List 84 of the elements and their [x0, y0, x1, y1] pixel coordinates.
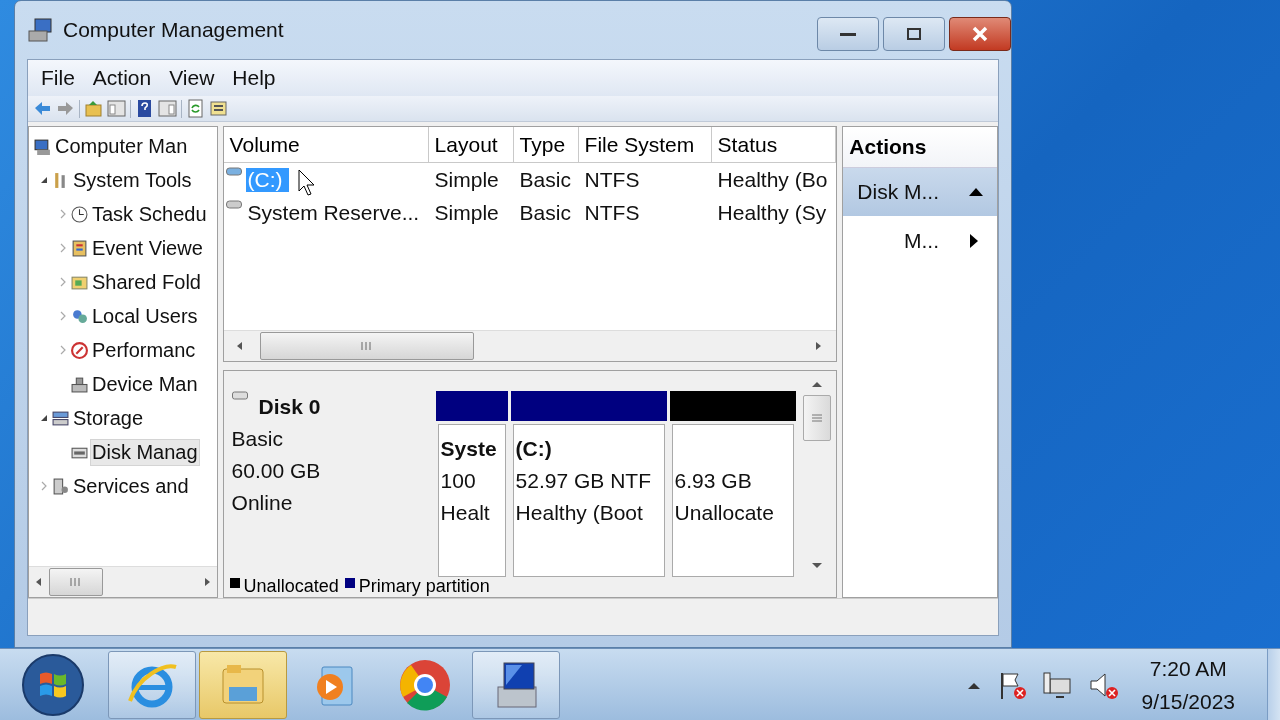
close-button[interactable] — [949, 17, 1011, 51]
tree-node-icon — [71, 375, 88, 393]
tree-node-icon — [34, 137, 51, 155]
volume-icon — [225, 200, 242, 210]
tree-item[interactable]: Local Users — [90, 302, 200, 330]
partition-name: Syste — [440, 436, 498, 462]
disk-size: 60.00 GB — [231, 458, 322, 484]
minimize-icon — [840, 31, 856, 37]
table-cell-text: Healthy (Bo — [716, 166, 829, 193]
computer-management-icon — [27, 16, 55, 44]
tree-item[interactable]: Disk Manag — [90, 438, 200, 466]
maximize-icon — [907, 28, 921, 40]
menu-item[interactable]: Help — [223, 66, 285, 90]
tree-item[interactable]: Computer Man — [53, 132, 190, 160]
minimize-button[interactable] — [817, 17, 879, 51]
partition-detail: Healt — [440, 500, 491, 526]
scroll-down-icon[interactable] — [810, 561, 823, 571]
partition-detail: Healthy (Boot — [515, 500, 644, 526]
partition-detail: 100 — [440, 468, 477, 494]
show-desktop-button[interactable] — [1267, 649, 1280, 720]
window-title: Computer Management — [63, 18, 285, 42]
volume-icon — [225, 167, 242, 177]
column-header[interactable]: Volume — [223, 127, 429, 163]
scroll-up-icon[interactable] — [810, 379, 823, 389]
tree-node-icon — [52, 409, 69, 427]
column-header[interactable]: Type — [513, 127, 579, 163]
tree-item[interactable]: Performanc — [90, 336, 198, 364]
refresh-icon[interactable] — [186, 99, 205, 118]
tree-item[interactable]: Event Viewe — [90, 234, 205, 262]
partition-detail: 52.97 GB NTF — [515, 468, 652, 494]
menu-item[interactable]: Action — [83, 66, 161, 90]
network-icon[interactable] — [1041, 669, 1074, 701]
up-folder-icon[interactable] — [84, 99, 103, 118]
partition-detail: Unallocate — [674, 500, 775, 526]
chrome-icon — [397, 657, 453, 713]
tree-node-icon — [71, 239, 88, 257]
column-header[interactable]: Status — [711, 127, 837, 163]
column-header[interactable]: Layout — [428, 127, 514, 163]
tree-item[interactable]: Shared Fold — [90, 268, 203, 296]
grip-icon[interactable] — [359, 341, 374, 351]
action-group-header[interactable]: Disk M... — [843, 168, 997, 216]
close-icon — [972, 26, 988, 42]
tree-item[interactable]: Device Man — [90, 370, 200, 398]
table-cell-text: Basic — [518, 166, 572, 193]
maximize-button[interactable] — [883, 17, 945, 51]
clock-time[interactable]: 7:20 AM — [1149, 652, 1227, 685]
column-header[interactable]: File System — [578, 127, 712, 163]
tree-item[interactable]: Services and — [71, 472, 191, 500]
table-cell-text: NTFS — [583, 199, 641, 226]
tree-item[interactable]: Storage — [71, 404, 146, 432]
drive-label[interactable]: System Reserve... — [245, 200, 426, 225]
legend-label: Unallocated — [243, 577, 339, 597]
properties-icon[interactable] — [209, 99, 228, 118]
taskbar-button[interactable] — [472, 651, 560, 719]
mouse-pointer-icon — [297, 169, 316, 196]
clock-date[interactable]: 9/15/2023 — [1141, 685, 1235, 718]
legend-label: Primary partition — [358, 577, 490, 597]
tree-node-icon — [71, 205, 88, 223]
tree-node-icon — [52, 477, 69, 495]
partition-name: (C:) — [515, 436, 553, 462]
show-hide-tree-icon[interactable] — [107, 99, 126, 118]
tree-node-icon — [71, 307, 88, 325]
partition-detail: 6.93 GB — [674, 468, 753, 494]
menu-item[interactable]: File — [32, 66, 84, 90]
grip-icon[interactable] — [69, 577, 83, 587]
horizontal-scrollbar[interactable] — [29, 566, 217, 597]
start-button[interactable] — [20, 652, 86, 718]
table-cell-text: Simple — [433, 199, 500, 226]
tree-node-icon — [71, 341, 88, 359]
grip-icon[interactable] — [810, 412, 823, 424]
disk-type: Basic — [231, 426, 284, 452]
table-cell-text: Simple — [433, 166, 500, 193]
submenu-item[interactable]: M... — [843, 216, 997, 266]
table-cell-text: NTFS — [583, 166, 641, 193]
forward-arrow-icon[interactable] — [56, 99, 75, 118]
disk-name: Disk 0 — [258, 395, 321, 419]
table-cell-text: Basic — [518, 199, 572, 226]
disk-status: Online — [231, 490, 294, 516]
help-icon[interactable] — [135, 99, 154, 118]
menu-item[interactable]: View — [160, 66, 224, 90]
horizontal-scrollbar[interactable] — [223, 330, 837, 361]
table-cell-text: Healthy (Sy — [716, 199, 828, 226]
tree-item[interactable]: Task Schedu — [90, 200, 209, 228]
tree-item[interactable]: System Tools — [71, 166, 194, 194]
